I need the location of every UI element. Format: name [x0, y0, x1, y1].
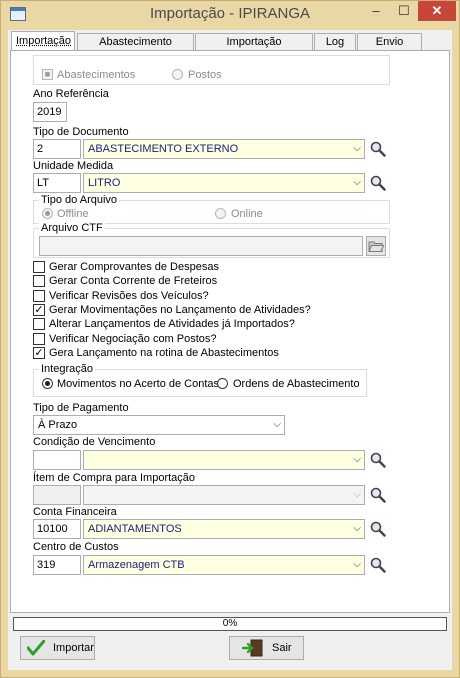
search-icon[interactable] — [370, 175, 386, 191]
gerar-movimentacoes-label: Gerar Movimentações no Lançamento de Ati… — [49, 304, 311, 316]
alterar-lancamentos-checkbox[interactable] — [33, 318, 45, 330]
sair-button[interactable]: Sair — [229, 636, 304, 660]
chevron-down-icon: ⌵ — [353, 489, 361, 500]
unidade-medida-value: LITRO — [88, 177, 121, 189]
condicao-vencimento-label: Condição de Vencimento — [33, 436, 156, 448]
progress-bar: 0% — [13, 617, 447, 631]
item-compra-code-input[interactable] — [33, 485, 81, 505]
gerar-comprovantes-label: Gerar Comprovantes de Despesas — [49, 261, 219, 273]
gerar-conta-corrente-checkbox[interactable] — [33, 275, 45, 287]
condicao-vencimento-code-input[interactable] — [33, 450, 81, 470]
close-button[interactable]: ✕ — [418, 1, 456, 21]
progress-text: 0% — [222, 618, 238, 629]
offline-label: Offline — [57, 208, 89, 220]
tab-abastecimento-interno[interactable]: Abastecimento Interno — [77, 33, 194, 65]
importar-label: Importar — [53, 642, 94, 654]
tipo-arquivo-label: Tipo do Arquivo — [39, 194, 120, 206]
conta-financeira-value: ADIANTAMENTOS — [88, 523, 182, 535]
abastecimentos-option[interactable]: ■ — [42, 69, 53, 80]
tipo-documento-combo[interactable]: ABASTECIMENTO EXTERNO ⌵ — [83, 139, 365, 159]
tipo-documento-label: Tipo de Documento — [33, 126, 129, 138]
search-icon[interactable] — [370, 521, 386, 537]
arquivo-ctf-input[interactable] — [39, 236, 363, 256]
ano-referencia-input[interactable]: 2019 — [33, 102, 67, 122]
alterar-lancamentos-label: Alterar Lançamentos de Atividades já Imp… — [49, 318, 295, 330]
search-icon[interactable] — [370, 487, 386, 503]
abastecimentos-label: Abastecimentos — [57, 69, 136, 81]
chevron-down-icon: ⌵ — [353, 559, 361, 570]
ordens-abastecimento-label: Ordens de Abastecimento — [233, 378, 360, 390]
conta-financeira-combo[interactable]: ADIANTAMENTOS ⌵ — [83, 519, 365, 539]
minimize-button[interactable]: – — [362, 1, 390, 21]
arquivo-ctf-label: Arquivo CTF — [39, 222, 105, 234]
unidade-medida-label: Unidade Medida — [33, 160, 114, 172]
conta-financeira-label: Conta Financeira — [33, 506, 117, 518]
ordens-abastecimento-radio[interactable] — [217, 378, 228, 389]
offline-radio[interactable] — [42, 208, 53, 219]
centro-custos-label: Centro de Custos — [33, 541, 119, 553]
verificar-revisoes-label: Verificar Revisões dos Veículos? — [49, 290, 209, 302]
postos-radio[interactable] — [172, 69, 183, 80]
tab-importacao-automatica[interactable]: Importação Automática — [195, 33, 313, 65]
tab-importacao-label: Importação — [16, 35, 72, 47]
verificar-negociacao-label: Verificar Negociação com Postos? — [49, 333, 217, 345]
ano-referencia-label: Ano Referência — [33, 88, 109, 100]
checkmark-icon — [27, 640, 45, 656]
search-icon[interactable] — [370, 557, 386, 573]
item-compra-combo[interactable]: ⌵ — [83, 485, 365, 505]
item-compra-label: Ítem de Compra para Importação — [33, 472, 196, 484]
verificar-revisoes-checkbox[interactable] — [33, 290, 45, 302]
search-icon[interactable] — [370, 141, 386, 157]
postos-label: Postos — [188, 69, 222, 81]
online-radio[interactable] — [215, 208, 226, 219]
tipo-pagamento-select[interactable]: À Prazo ⌵ — [33, 415, 285, 435]
gera-lancamento-label: Gera Lançamento na rotina de Abastecimen… — [49, 347, 279, 359]
tipo-documento-value: ABASTECIMENTO EXTERNO — [88, 143, 239, 155]
gerar-comprovantes-checkbox[interactable] — [33, 261, 45, 273]
folder-open-icon — [368, 241, 385, 252]
gera-lancamento-checkbox[interactable]: ✓ — [33, 347, 45, 359]
online-label: Online — [231, 208, 263, 220]
chevron-down-icon: ⌵ — [353, 454, 361, 465]
centro-custos-combo[interactable]: Armazenagem CTB ⌵ — [83, 555, 365, 575]
importar-button[interactable]: Importar — [20, 636, 95, 660]
condicao-vencimento-combo[interactable]: ⌵ — [83, 450, 365, 470]
chevron-down-icon: ⌵ — [353, 143, 361, 154]
chevron-down-icon: ⌵ — [273, 419, 281, 430]
tipo-documento-code-input[interactable]: 2 — [33, 139, 81, 159]
gerar-conta-corrente-label: Gerar Conta Corrente de Freteiros — [49, 275, 218, 287]
centro-custos-code-input[interactable]: 319 — [33, 555, 81, 575]
movimentos-acerto-radio[interactable] — [42, 378, 53, 389]
chevron-down-icon: ⌵ — [353, 523, 361, 534]
tipo-pagamento-label: Tipo de Pagamento — [33, 402, 129, 414]
tab-importacao[interactable]: Importação — [11, 31, 75, 51]
tab-envio-email[interactable]: Envio Email — [357, 33, 422, 65]
centro-custos-value: Armazenagem CTB — [88, 559, 185, 571]
gerar-movimentacoes-checkbox[interactable]: ✓ — [33, 304, 45, 316]
sair-label: Sair — [272, 642, 292, 654]
unidade-medida-code-input[interactable]: LT — [33, 173, 81, 193]
movimentos-acerto-label: Movimentos no Acerto de Contas — [57, 378, 220, 390]
exit-door-icon — [242, 639, 263, 657]
conta-financeira-code-input[interactable]: 10100 — [33, 519, 81, 539]
integracao-label: Integração — [39, 363, 95, 375]
unidade-medida-combo[interactable]: LITRO ⌵ — [83, 173, 365, 193]
search-icon[interactable] — [370, 452, 386, 468]
tab-log[interactable]: Log — [314, 33, 356, 50]
verificar-negociacao-checkbox[interactable] — [33, 333, 45, 345]
chevron-down-icon: ⌵ — [353, 177, 361, 188]
maximize-button[interactable]: ☐ — [390, 1, 418, 21]
browse-folder-button[interactable] — [366, 236, 386, 256]
tipo-pagamento-value: À Prazo — [38, 419, 78, 431]
